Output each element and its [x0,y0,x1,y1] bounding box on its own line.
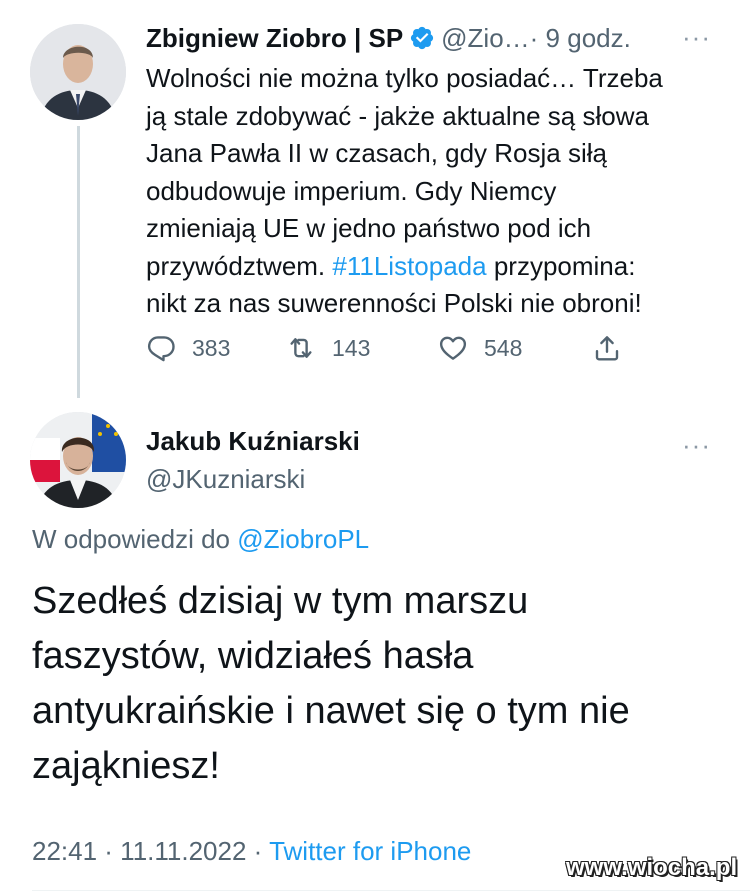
reply-prefix: W odpowiedzi do [32,524,238,554]
tweet2-body-line: antyukraińskie i nawet się o tym nie [32,690,630,732]
tweet1-body-line: przypomina: [486,250,636,281]
more-options-icon[interactable]: ··· [682,24,711,50]
tweet2-timestamp[interactable]: 22:41 · 11.11.2022 · [32,836,269,866]
share-icon [595,336,619,361]
tweet1-author-name[interactable]: Zbigniew Ziobro | SP [146,23,403,54]
tweet2-body-line: zająkniesz! [32,745,220,787]
reply-button[interactable]: 383 [146,330,230,366]
thread-connector-line [77,126,80,398]
tweet2-meta: 22:41 · 11.11.2022 · Twitter for iPhone [32,836,471,867]
tweet2-handle[interactable]: @JKuzniarski [146,464,305,495]
heart-icon [439,336,467,360]
reply-context: W odpowiedzi do @ZiobroPL [32,524,369,555]
divider [32,890,750,891]
share-button[interactable] [592,330,622,366]
tweet2-body-line: faszystów, widziałeś hasła [32,635,474,677]
twitter-thread: Zbigniew Ziobro | SP @Zio… · 9 godz. ···… [0,0,750,895]
tweet2-body: Szedłeś dzisiaj w tym marszu faszystów, … [32,574,712,794]
tweet2-client-link[interactable]: Twitter for iPhone [269,836,471,866]
tweet2-body-line: Szedłeś dzisiaj w tym marszu [32,580,529,622]
avatar-portrait-icon [30,24,126,120]
tweet1-handle[interactable]: @Zio… [441,23,530,54]
tweet1-body-line: Jana Pawła II w czasach, gdy Rosja siłą [146,138,607,168]
tweet1-body-line: odbudowuje imperium. Gdy Niemcy [146,175,557,206]
tweet1-body-line: zmieniają UE w jedno państwo pod ich [146,213,592,243]
tweet1-action-bar: 383 143 548 [146,330,626,366]
tweet1-body-line: ją stale zdobywać - jakże aktualne są sł… [146,100,649,131]
retweet-count: 143 [332,334,371,361]
tweet1-body-line: nikt za nas suwerenności Polski nie obro… [146,288,642,318]
tweet2-author-name[interactable]: Jakub Kuźniarski [146,426,360,457]
retweet-icon [290,338,312,358]
avatar-portrait-icon [30,412,126,508]
avatar-jakub-kuzniarski[interactable] [30,412,126,508]
tweet1-body-line: Wolności nie można tylko posiadać… Trzeb… [146,63,663,93]
verified-badge-icon [409,25,435,51]
reply-mention-link[interactable]: @ZiobroPL [237,524,369,554]
reply-count: 383 [192,334,231,361]
tweet1-body: Wolności nie można tylko posiadać… Trzeb… [146,60,706,323]
avatar-zbigniew-ziobro[interactable] [30,24,126,120]
tweet1-header: Zbigniew Ziobro | SP @Zio… · 9 godz. [146,20,631,56]
like-count: 548 [484,334,523,361]
site-watermark: www.wiocha.pl [566,854,738,881]
retweet-button[interactable]: 143 [286,330,370,366]
tweet1-time[interactable]: · 9 godz. [530,23,631,54]
like-button[interactable]: 548 [438,330,522,366]
reply-icon [147,336,175,362]
hashtag-link[interactable]: #11Listopada [332,251,486,281]
tweet1-body-line: przywództwem. [146,250,333,281]
more-options-icon[interactable]: ··· [682,432,711,458]
